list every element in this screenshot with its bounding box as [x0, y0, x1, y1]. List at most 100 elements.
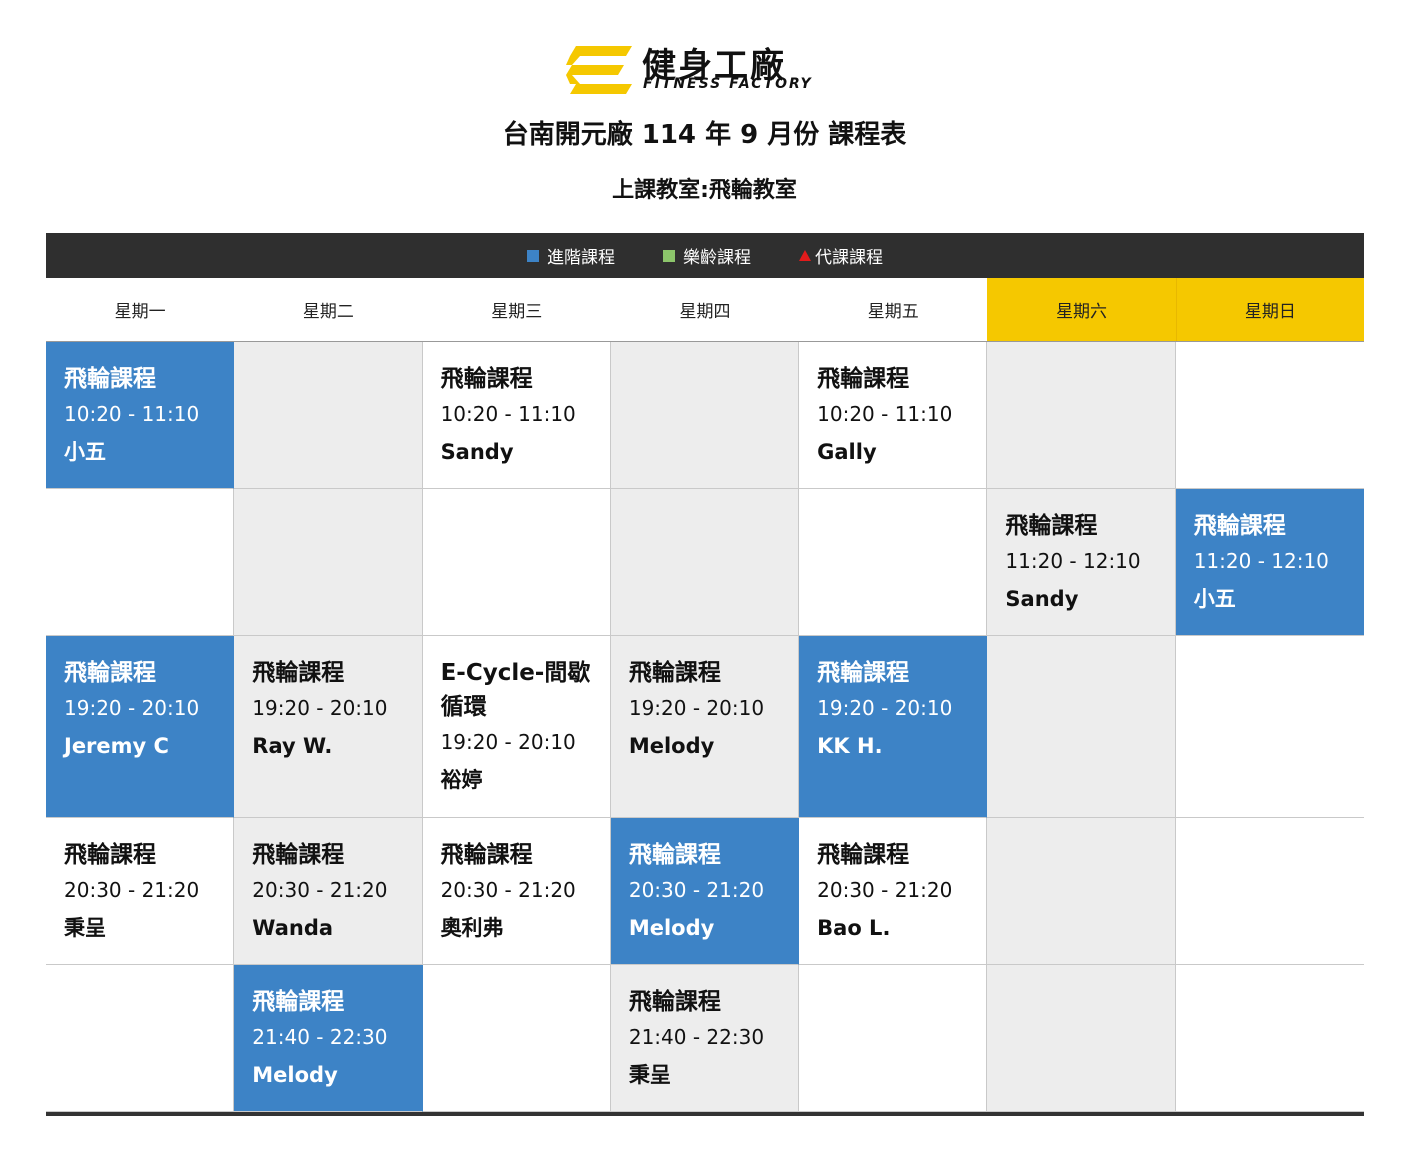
- day-header-mon: 星期一: [114, 302, 166, 322]
- fitness-factory-logo: 健身工廠 FITNESS FACTORY: [566, 42, 846, 96]
- class-time: 10:20 - 11:10: [440, 402, 576, 426]
- legend-label: 代課課程: [815, 248, 883, 268]
- empty-cell: [234, 342, 423, 489]
- day-header-fri: 星期五: [867, 302, 919, 322]
- class-time: 20:30 - 21:20: [628, 878, 765, 902]
- empty-cell: [1175, 342, 1364, 489]
- class-cell: 飛輪課程 20:30 - 21:20 奧利弗: [422, 818, 611, 965]
- class-cell: 飛輪課程 10:20 - 11:10 Sandy: [422, 342, 611, 489]
- class-teacher: Bao L.: [817, 916, 891, 940]
- legend-bar: 進階課程 樂齡課程 代課課程: [46, 233, 1364, 278]
- class-name: 飛輪課程: [1005, 513, 1098, 539]
- class-teacher: Ray W.: [252, 734, 333, 758]
- class-teacher: 奧利弗: [440, 916, 504, 940]
- day-header-tue: 星期二: [302, 302, 354, 322]
- red-triangle-icon: [799, 250, 811, 261]
- class-time: 19:20 - 20:10: [817, 696, 953, 720]
- blue-square-icon: [527, 249, 539, 262]
- empty-cell: [799, 489, 988, 636]
- class-name: 飛輪課程: [252, 660, 345, 686]
- class-teacher: Gally: [817, 440, 877, 464]
- class-teacher: KK H.: [817, 734, 883, 758]
- weekday-header: 星期一 星期二 星期三 星期四 星期五 星期六 星期日: [46, 278, 1364, 342]
- empty-cell: [46, 489, 235, 636]
- empty-cell: [422, 965, 611, 1112]
- empty-cell: [987, 636, 1176, 818]
- class-cell: 飛輪課程 19:20 - 20:10 KK H.: [799, 636, 988, 818]
- class-time: 20:30 - 21:20: [252, 878, 388, 902]
- legend-label: 進階課程: [547, 248, 615, 268]
- class-teacher: Jeremy C: [64, 734, 169, 758]
- classroom-subtitle: 上課教室:飛輪教室: [612, 178, 797, 203]
- class-teacher: Melody: [628, 734, 715, 758]
- class-name: 飛輪課程: [628, 660, 721, 686]
- class-teacher: Melody: [628, 916, 715, 940]
- class-cell: 飛輪課程 19:20 - 20:10 Ray W.: [234, 636, 423, 818]
- class-cell: 飛輪課程 19:20 - 20:10 Jeremy C: [46, 636, 235, 818]
- brand-name-en: FITNESS FACTORY: [643, 76, 813, 92]
- logo-mark-icon: [566, 46, 632, 94]
- class-time: 21:40 - 22:30: [628, 1025, 765, 1049]
- class-name: 飛輪課程: [817, 660, 910, 686]
- empty-cell: [234, 489, 423, 636]
- class-name: 飛輪課程: [628, 842, 721, 868]
- empty-cell: [987, 818, 1176, 965]
- class-cell: 飛輪課程 20:30 - 21:20 秉呈: [46, 818, 235, 965]
- legend-advanced: 進階課程: [527, 243, 615, 268]
- class-teacher: 秉呈: [628, 1063, 671, 1087]
- class-teacher: 秉呈: [64, 916, 106, 940]
- schedule-grid: 飛輪課程 10:20 - 11:10 小五 飛輪課程 10:20 - 11:10 Sand…: [46, 342, 1364, 1116]
- day-header-wed: 星期三: [491, 302, 543, 322]
- class-time: 20:30 - 21:20: [440, 878, 576, 902]
- class-teacher: Sandy: [1005, 587, 1079, 611]
- empty-cell: [987, 342, 1176, 489]
- class-cell: E-Cycle-間歇循環 19:20 - 20:10 裕婷: [422, 636, 611, 818]
- class-name: 飛輪課程: [64, 842, 156, 868]
- class-name: 飛輪課程: [64, 660, 156, 686]
- class-teacher: 小五: [1193, 587, 1236, 611]
- empty-cell: [1175, 965, 1364, 1112]
- class-name: 飛輪課程: [64, 366, 156, 392]
- class-time: 19:20 - 20:10: [252, 696, 388, 720]
- class-teacher: 裕婷: [440, 768, 483, 792]
- class-teacher: Melody: [252, 1063, 338, 1087]
- empty-cell: [799, 965, 988, 1112]
- class-name: 飛輪課程: [817, 842, 910, 868]
- class-time: 19:20 - 20:10: [440, 730, 576, 754]
- day-header-thu: 星期四: [679, 302, 731, 322]
- class-time: 20:30 - 21:20: [817, 878, 953, 902]
- class-name: 飛輪課程: [628, 989, 721, 1015]
- empty-cell: [987, 965, 1176, 1112]
- class-teacher: Wanda: [252, 916, 334, 940]
- class-cell: 飛輪課程 10:20 - 11:10 小五: [46, 342, 235, 489]
- class-cell: 飛輪課程 20:30 - 21:20 Melody: [610, 818, 800, 965]
- day-header-sun: 星期日: [1175, 278, 1364, 341]
- class-teacher: Sandy: [440, 440, 514, 464]
- green-square-icon: [663, 249, 675, 262]
- class-time: 11:20 - 12:10: [1005, 549, 1141, 573]
- empty-cell: [610, 489, 800, 636]
- class-cell: 飛輪課程 21:40 - 22:30 秉呈: [610, 965, 800, 1112]
- class-cell: 飛輪課程 11:20 - 12:10 Sandy: [987, 489, 1176, 636]
- class-teacher: 小五: [64, 440, 106, 464]
- class-time: 11:20 - 12:10: [1193, 549, 1329, 573]
- day-header-sat: 星期六: [987, 278, 1176, 341]
- empty-cell: [46, 965, 235, 1112]
- empty-cell: [422, 489, 611, 636]
- class-time: 21:40 - 22:30: [252, 1025, 388, 1049]
- empty-cell: [1175, 818, 1364, 965]
- class-cell: 飛輪課程 20:30 - 21:20 Wanda: [234, 818, 423, 965]
- class-name: 飛輪課程: [252, 989, 345, 1015]
- class-name: 飛輪課程: [252, 842, 345, 868]
- class-name: 飛輪課程: [440, 366, 533, 392]
- class-name: 飛輪課程: [440, 842, 533, 868]
- legend-label: 樂齡課程: [683, 248, 751, 268]
- class-cell: 飛輪課程 19:20 - 20:10 Melody: [610, 636, 800, 818]
- class-cell: 飛輪課程 10:20 - 11:10 Gally: [799, 342, 988, 489]
- class-time: 20:30 - 21:20: [64, 878, 200, 902]
- class-time: 10:20 - 11:10: [817, 402, 953, 426]
- class-name: 飛輪課程: [1193, 513, 1286, 539]
- class-cell: 飛輪課程 11:20 - 12:10 小五: [1175, 489, 1364, 636]
- legend-substitute: 代課課程: [799, 243, 883, 268]
- class-name: E-Cycle-間歇循環: [440, 660, 591, 720]
